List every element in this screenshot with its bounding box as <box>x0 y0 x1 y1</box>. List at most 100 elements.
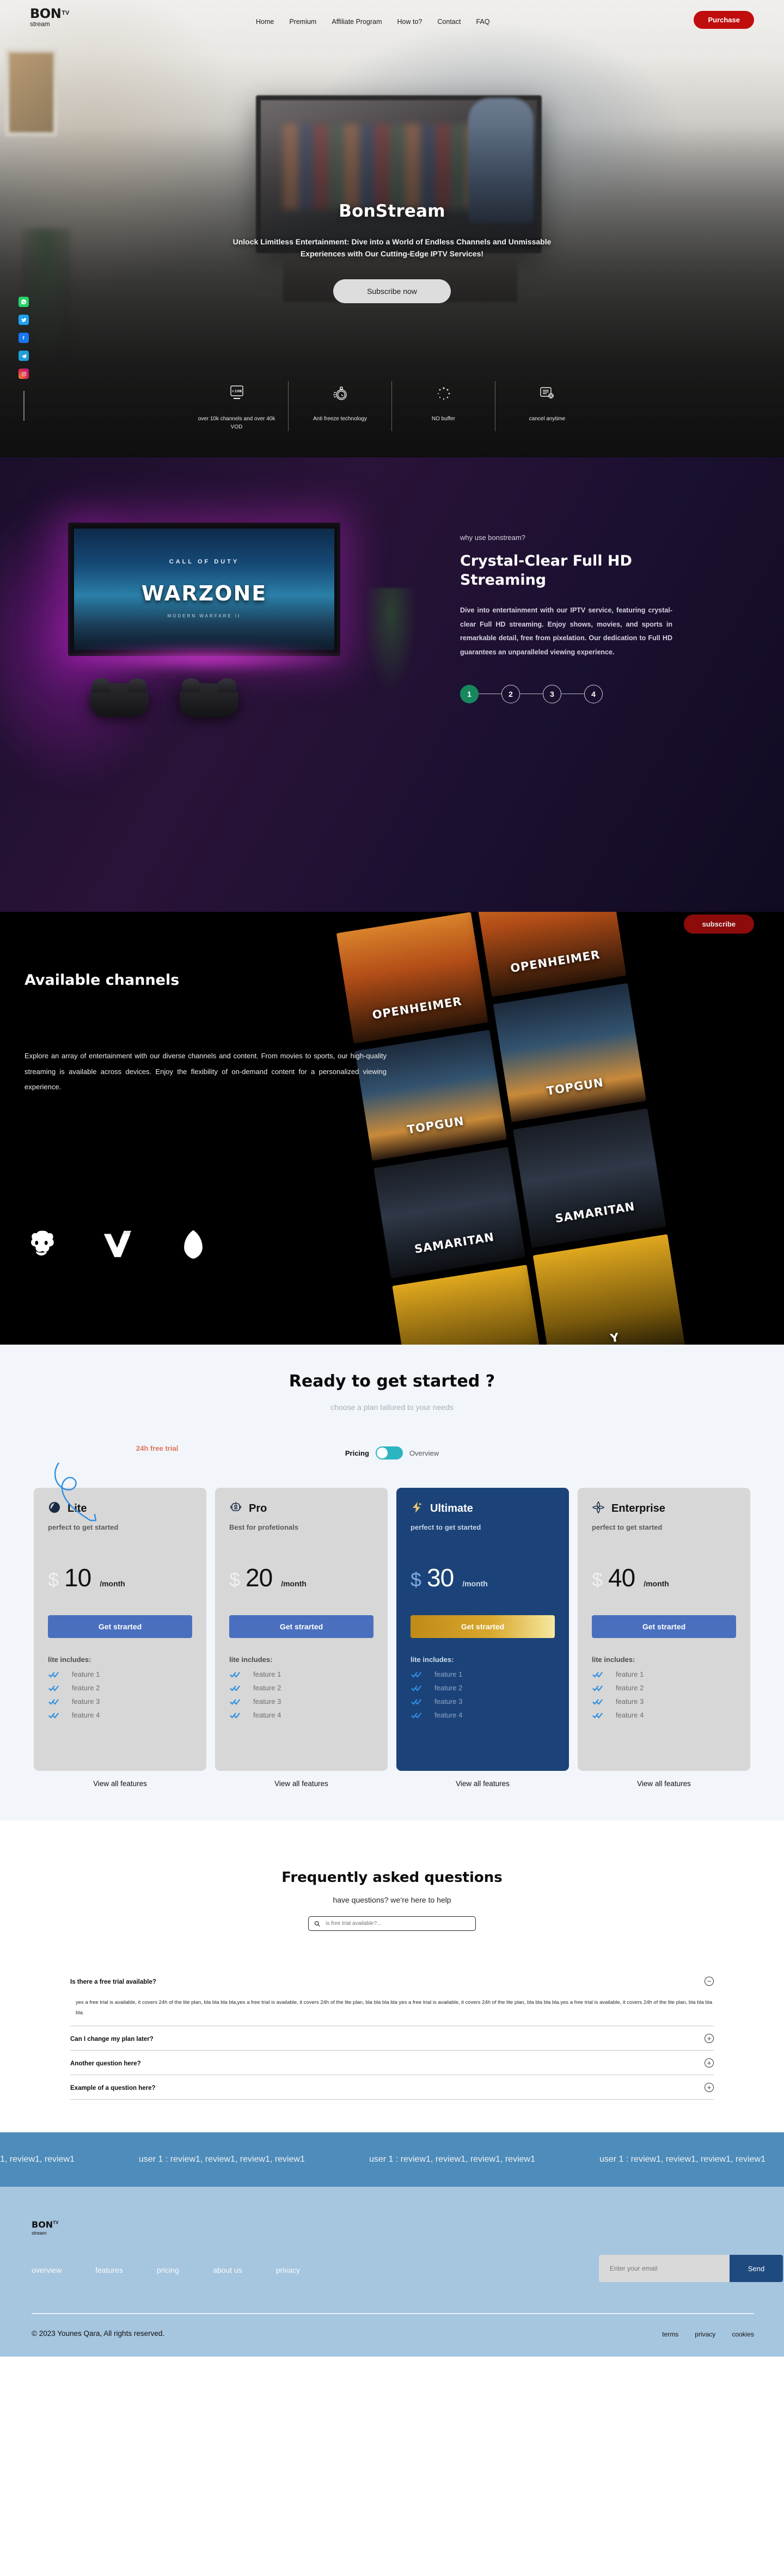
step-2[interactable]: 2 <box>501 684 520 703</box>
footer-link-overview[interactable]: overview <box>32 2266 62 2274</box>
tv-brand-text: CALL OF DUTY <box>169 559 240 566</box>
footer-legal-terms[interactable]: terms <box>662 2330 678 2338</box>
nav-item-premium[interactable]: Premium <box>289 18 316 26</box>
channels-section: OPENHEIMER TOPGUN SAMARITAN Y OPENHEIMER… <box>0 912 784 1345</box>
site-footer: BONTV stream overview features pricing a… <box>0 2187 784 2357</box>
plan-feature-label: feature 1 <box>616 1670 644 1678</box>
plan-cta-button[interactable]: Get strarted <box>229 1615 373 1638</box>
faq-item[interactable]: Is there a free trial available? yes a f… <box>70 1969 714 2026</box>
plan-card-pro: Pro Best for profetionals $ 20 /month Ge… <box>215 1488 388 1788</box>
feature-label: NO buffer <box>431 416 456 422</box>
footer-link-privacy[interactable]: privacy <box>276 2266 300 2274</box>
double-check-icon <box>592 1698 603 1705</box>
plan-feature: feature 2 <box>48 1684 192 1692</box>
faq-search-input[interactable] <box>326 1921 470 1927</box>
plan-feature: feature 2 <box>592 1684 736 1692</box>
faq-search-box[interactable] <box>308 1916 476 1931</box>
hero-subtitle: Unlock Limitless Entertainment: Dive int… <box>232 237 552 258</box>
nav-item-home[interactable]: Home <box>256 18 274 26</box>
lightning-icon <box>411 1501 424 1517</box>
faq-item[interactable]: Another question here? + <box>70 2051 714 2075</box>
step-4[interactable]: 4 <box>584 684 603 703</box>
plan-includes-title: lite includes: <box>411 1655 454 1664</box>
faq-item[interactable]: Example of a question here? + <box>70 2075 714 2100</box>
plan-feature-list: feature 1 feature 2 feature 3 feature 4 <box>229 1670 373 1719</box>
why-content: why use bonstream? Crystal-Clear Full HD… <box>460 458 710 703</box>
poster-title: TOPGUN <box>546 1076 605 1098</box>
double-check-icon <box>592 1712 603 1719</box>
double-check-icon <box>48 1698 59 1705</box>
pricing-overview-toggle[interactable] <box>375 1446 403 1459</box>
facebook-icon[interactable] <box>19 333 29 343</box>
nav-item-affiliate-program[interactable]: Affiliate Program <box>332 18 382 26</box>
decor-plant-2 <box>365 588 416 691</box>
trial-arrow-icon <box>54 1442 136 1570</box>
nav-item-how-to[interactable]: How to? <box>397 18 422 26</box>
newsletter-email-input[interactable] <box>599 2255 730 2282</box>
double-check-icon <box>48 1685 59 1691</box>
view-all-features-button[interactable]: View all features <box>215 1780 388 1788</box>
poster-title: TOPGUN <box>406 1114 465 1137</box>
svg-text:+10K: +10K <box>231 389 242 394</box>
footer-link-about-us[interactable]: about us <box>213 2266 242 2274</box>
newsletter-send-button[interactable]: Send <box>730 2255 783 2282</box>
plan-feature: feature 2 <box>411 1684 555 1692</box>
cancel-document-icon <box>505 381 589 406</box>
faq-question: Can I change my plan later? <box>70 2036 154 2043</box>
plan-body: Ultimate perfect to get started $ 30 /mo… <box>396 1488 569 1771</box>
plan-feature: feature 1 <box>48 1670 192 1678</box>
footer-link-pricing[interactable]: pricing <box>157 2266 179 2274</box>
channels-content: Available channels Explore an array of e… <box>24 972 406 1095</box>
footer-logo[interactable]: BONTV stream <box>32 2221 58 2236</box>
telegram-icon[interactable] <box>19 351 29 361</box>
brand-logo[interactable]: BONTV stream <box>30 7 69 27</box>
footer-link-features[interactable]: features <box>95 2266 123 2274</box>
view-all-features-button[interactable]: View all features <box>396 1780 569 1788</box>
whatsapp-icon[interactable] <box>19 297 29 307</box>
nav-item-faq[interactable]: FAQ <box>476 18 489 26</box>
minus-circle-icon[interactable]: − <box>705 1977 714 1986</box>
plan-currency: $ <box>229 1568 241 1591</box>
footer-legal-privacy[interactable]: privacy <box>695 2330 715 2338</box>
plan-cta-button[interactable]: Get strarted <box>411 1615 555 1638</box>
plan-cta-button[interactable]: Get strarted <box>592 1615 736 1638</box>
plan-cta-button[interactable]: Get strarted <box>48 1615 192 1638</box>
step-1[interactable]: 1 <box>460 684 479 703</box>
plan-feature: feature 1 <box>592 1670 736 1678</box>
twitter-icon[interactable] <box>19 315 29 325</box>
poster: SAMARITAN <box>513 1108 666 1248</box>
view-all-features-button[interactable]: View all features <box>34 1780 206 1788</box>
plan-feature-list: feature 1 feature 2 feature 3 feature 4 <box>592 1670 736 1719</box>
plan-body: Pro Best for profetionals $ 20 /month Ge… <box>215 1488 388 1771</box>
pricing-section: Ready to get started ? choose a plan tai… <box>0 1345 784 1820</box>
faq-item[interactable]: Can I change my plan later? + <box>70 2026 714 2051</box>
decor-gamepad-right <box>180 678 238 717</box>
plan-feature: feature 2 <box>229 1684 373 1692</box>
subscribe-now-button[interactable]: Subscribe now <box>333 279 451 304</box>
plus-circle-icon[interactable]: + <box>705 2058 714 2068</box>
footer-legal-cookies[interactable]: cookies <box>732 2330 754 2338</box>
tv-subtitle-text: MODERN WARFARE II <box>167 614 241 619</box>
pricing-title: Ready to get started ? <box>289 1372 502 1391</box>
step-3[interactable]: 3 <box>543 684 561 703</box>
why-subscribe-button[interactable]: subscribe <box>683 915 754 934</box>
poster-title: OPENHEIMER <box>509 947 601 975</box>
purchase-button[interactable]: Purchase <box>694 11 754 29</box>
view-all-features-button[interactable]: View all features <box>578 1780 750 1788</box>
plan-tagline: perfect to get started <box>592 1523 663 1531</box>
feature-cancel-anytime: cancel anytime <box>495 381 599 431</box>
double-check-icon <box>230 1698 241 1705</box>
instagram-icon[interactable] <box>19 369 29 379</box>
plus-circle-icon[interactable]: + <box>705 2034 714 2043</box>
footer-logo-superscript: TV <box>53 2220 59 2225</box>
plus-circle-icon[interactable]: + <box>705 2083 714 2092</box>
decor-gaming-tv: CALL OF DUTY WARZONE MODERN WARFARE II <box>68 523 340 656</box>
nav-item-contact[interactable]: Contact <box>437 18 461 26</box>
hero-feature-strip: +10K over 10k channels and over 40k VOD … <box>0 381 784 431</box>
footer-logo-subtext: stream <box>32 2230 47 2236</box>
plan-feature-label: feature 4 <box>616 1711 644 1719</box>
feature-channels: +10K over 10k channels and over 40k VOD <box>185 381 289 431</box>
poster-title: SAMARITAN <box>554 1199 636 1225</box>
reviews-marquee: 1, review1, review1 user 1 : review1, re… <box>0 2132 784 2187</box>
poster-title: SAMARITAN <box>413 1230 495 1256</box>
